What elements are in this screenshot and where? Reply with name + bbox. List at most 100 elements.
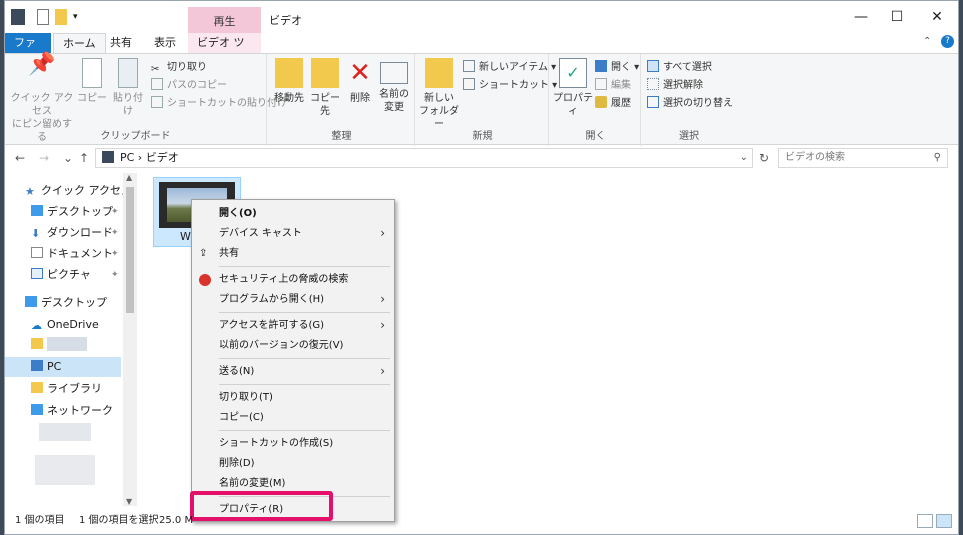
properties-button[interactable]: ✓ プロパティ	[553, 58, 593, 118]
redacted-item	[39, 423, 91, 441]
open-label: 開く ▾	[611, 62, 640, 73]
pin-icon: ✦	[111, 207, 119, 217]
tab-file[interactable]: ファイル	[5, 33, 51, 69]
share-icon: ⇪	[199, 248, 208, 259]
paste-button[interactable]: 貼り付け	[109, 58, 147, 118]
search-input[interactable]: ビデオの検索 ⚲	[778, 148, 948, 168]
scrollbar-thumb[interactable]	[126, 187, 134, 313]
breadcrumb[interactable]: PC › ビデオ	[120, 151, 179, 164]
sidebar-item-downloads[interactable]: ⬇ ダウンロード	[31, 223, 113, 243]
select-none-button[interactable]: 選択解除	[647, 78, 703, 94]
sidebar-label: ドキュメント	[47, 247, 113, 260]
sidebar-item-onedrive[interactable]: ☁ OneDrive	[31, 315, 99, 335]
pin-icon: ✦	[111, 249, 119, 259]
menu-separator	[219, 358, 390, 359]
menu-item-send-to[interactable]: 送る(N) ›	[192, 361, 394, 382]
open-group: ✓ プロパティ 開く ▾ 編集 履歴 開く	[551, 54, 641, 146]
scroll-up-icon[interactable]: ▲	[126, 173, 132, 182]
cut-button[interactable]: ✂ 切り取り	[151, 60, 207, 76]
sidebar-item-desktop[interactable]: デスクトップ	[25, 293, 107, 313]
sidebar-label: ピクチャ	[47, 268, 91, 281]
paste-shortcut-button[interactable]: ショートカットの貼り付け	[151, 96, 287, 112]
help-icon[interactable]: ?	[941, 35, 954, 48]
close-button[interactable]: ✕	[914, 5, 960, 29]
sidebar-item-documents[interactable]: ドキュメント	[31, 244, 113, 264]
sidebar-item-network[interactable]: ネットワーク	[31, 401, 113, 421]
collapse-ribbon-icon[interactable]: ⌃	[923, 36, 931, 47]
back-arrow-icon[interactable]: ←	[11, 149, 29, 167]
copy-path-button[interactable]: パスのコピー	[151, 78, 227, 94]
clipboard-group: 📌 クイック アクセス にピン留めする コピー 貼り付け ✂ 切り取り パスのコピ…	[5, 54, 287, 146]
tab-share[interactable]: 共有	[101, 33, 141, 53]
open-button[interactable]: 開く ▾	[595, 60, 639, 76]
rename-label-1: 名前の	[379, 89, 409, 100]
menu-item-open-with[interactable]: プログラムから開く(H) ›	[192, 289, 394, 310]
shortcut-label: ショートカット ▾	[479, 80, 558, 91]
delete-button[interactable]: ✕ 削除	[345, 58, 375, 105]
sidebar-item-user[interactable]	[31, 335, 87, 355]
shortcut-button[interactable]: ショートカット ▾	[463, 78, 557, 94]
menu-separator	[219, 266, 390, 267]
tab-home[interactable]: ホーム	[53, 33, 106, 53]
select-all-button[interactable]: すべて選択	[647, 60, 712, 76]
invert-selection-button[interactable]: 選択の切り替え	[647, 96, 733, 112]
navigation-scrollbar[interactable]: ▲ ▼	[123, 173, 137, 506]
app-icon[interactable]	[11, 9, 25, 25]
edit-button[interactable]: 編集	[595, 78, 631, 94]
menu-item-give-access[interactable]: アクセスを許可する(G) ›	[192, 315, 394, 336]
sidebar-label: PC	[47, 360, 62, 373]
tab-video-tools[interactable]: ビデオ ツール	[188, 33, 261, 69]
up-arrow-icon[interactable]: ↑	[75, 149, 93, 167]
copy-to-button[interactable]: コピー先	[307, 58, 343, 118]
new-folder-button[interactable]: 新しい フォルダー	[419, 58, 459, 131]
open-group-label: 開く	[585, 131, 606, 142]
forward-arrow-icon[interactable]: →	[35, 149, 53, 167]
menu-label: コピー(C)	[219, 412, 264, 423]
address-dropdown-icon[interactable]: ⌄	[740, 149, 748, 167]
menu-label: プログラムから開く(H)	[219, 294, 325, 305]
new-folder-quick-icon[interactable]	[55, 9, 67, 25]
navigation-pane: ★ クイック アクセス デスクトップ ✦ ⬇ ダウンロード ✦ ドキュメント ✦ ピ…	[5, 173, 137, 506]
move-to-icon	[275, 58, 303, 88]
menu-item-share[interactable]: ⇪ 共有	[192, 243, 394, 264]
sidebar-label: OneDrive	[47, 318, 99, 331]
cut-label: 切り取り	[167, 62, 207, 73]
sidebar-item-quick-access[interactable]: ★ クイック アクセス	[25, 181, 132, 201]
menu-item-open[interactable]: 開く(O)	[192, 203, 394, 224]
selection-size: 25.0 M	[159, 515, 194, 526]
large-icons-view-icon[interactable]	[936, 514, 952, 528]
tab-view[interactable]: 表示	[145, 33, 185, 53]
user-folder-icon	[31, 338, 43, 349]
menu-label: 名前の変更(M)	[219, 478, 286, 489]
customize-qa-icon[interactable]: ▾	[73, 9, 81, 25]
menu-item-restore-versions[interactable]: 以前のバージョンの復元(V)	[192, 335, 394, 356]
address-bar[interactable]: PC › ビデオ ⌄	[95, 148, 753, 168]
scroll-down-icon[interactable]: ▼	[126, 497, 132, 506]
refresh-icon[interactable]: ↻	[755, 149, 773, 167]
sidebar-item-desktop-pinned[interactable]: デスクトップ	[31, 202, 113, 222]
new-item-button[interactable]: 新しいアイテム ▾	[463, 60, 556, 76]
menu-separator	[219, 312, 390, 313]
documents-icon	[31, 247, 43, 258]
menu-item-cast[interactable]: デバイス キャスト ›	[192, 223, 394, 244]
sidebar-item-libraries[interactable]: ライブラリ	[31, 379, 102, 399]
menu-label: 開く(O)	[219, 208, 257, 219]
menu-item-create-shortcut[interactable]: ショートカットの作成(S)	[192, 433, 394, 454]
paste-label: 貼り付け	[113, 93, 143, 117]
sidebar-item-pc[interactable]: PC	[5, 357, 121, 377]
sidebar-item-pictures[interactable]: ピクチャ	[31, 265, 91, 285]
menu-item-cut[interactable]: 切り取り(T)	[192, 387, 394, 408]
new-group-label: 新規	[472, 131, 493, 142]
menu-item-security-scan[interactable]: セキュリティ上の脅威の検索	[192, 269, 394, 290]
move-to-button[interactable]: 移動先	[271, 58, 307, 105]
menu-item-delete[interactable]: 削除(D)	[192, 453, 394, 474]
properties-quick-icon[interactable]	[37, 9, 49, 25]
copy-button[interactable]: コピー	[77, 58, 107, 105]
redacted-item	[35, 455, 95, 485]
invert-selection-icon	[647, 96, 659, 108]
history-button[interactable]: 履歴	[595, 96, 631, 112]
menu-label: 切り取り(T)	[219, 392, 273, 403]
menu-item-copy[interactable]: コピー(C)	[192, 407, 394, 428]
details-view-icon[interactable]	[917, 514, 933, 528]
rename-button[interactable]: 名前の 変更	[377, 58, 411, 114]
